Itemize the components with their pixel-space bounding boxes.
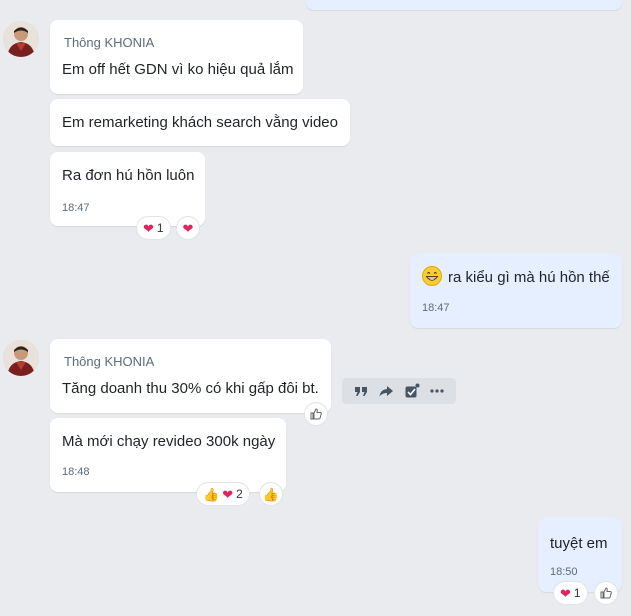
reaction-summary[interactable]: ❤ 1 [554, 582, 587, 604]
thumbs-up-outline-icon [310, 408, 322, 420]
outgoing-message-bubble[interactable]: ra kiểu gì mà hú hồn thế 18:47 [410, 254, 622, 328]
sender-name: Thông KHONIA [64, 354, 155, 369]
message-text: tuyệt em [550, 535, 608, 552]
avatar[interactable] [3, 340, 39, 376]
reaction-summary[interactable]: 👍 ❤ 2 [197, 483, 249, 505]
thumbs-up-outline-icon [600, 587, 612, 599]
outgoing-message-bubble[interactable]: tuyệt em 18:50 [538, 518, 622, 592]
message-text: Em remarketing khách search vằng video [62, 114, 338, 131]
select-icon[interactable] [403, 382, 421, 400]
forward-icon[interactable] [377, 382, 395, 400]
reaction-summary[interactable]: ❤ 1 [137, 217, 170, 239]
add-reaction-button[interactable]: ❤ [177, 217, 199, 239]
message-text: Tăng doanh thu 30% có khi gấp đôi bt. [62, 380, 319, 397]
quote-icon[interactable] [352, 382, 370, 400]
timestamp: 18:48 [62, 466, 90, 478]
timestamp: 18:50 [550, 566, 578, 578]
avatar[interactable] [3, 21, 39, 57]
reaction-count: 1 [156, 221, 164, 235]
like-button[interactable] [595, 582, 617, 604]
like-button[interactable] [305, 403, 327, 425]
timestamp: 18:47 [422, 302, 450, 314]
timestamp: 18:47 [62, 202, 90, 214]
message-bubble[interactable]: Ra đơn hú hồn luôn 18:47 [50, 152, 205, 226]
outgoing-bubble-previous [306, 0, 622, 10]
message-text: ra kiểu gì mà hú hồn thế [448, 269, 610, 286]
more-icon[interactable] [428, 382, 446, 400]
heart-icon: ❤ [560, 585, 571, 601]
sender-name: Thông KHONIA [64, 35, 155, 50]
message-text: Em off hết GDN vì ko hiệu quả lắm [62, 61, 294, 78]
thumbs-up-icon: 👍 [203, 486, 220, 502]
reaction-count: 1 [573, 586, 581, 600]
message-text: Ra đơn hú hồn luôn [62, 167, 195, 184]
reaction-count: 2 [236, 487, 243, 501]
message-bubble[interactable]: Thông KHONIA Tăng doanh thu 30% có khi g… [50, 339, 331, 413]
message-text: Mà mới chạy revideo 300k ngày [62, 433, 276, 450]
heart-icon: ❤ [182, 220, 194, 236]
heart-icon: ❤ [143, 220, 154, 236]
heart-icon: ❤ [222, 486, 234, 502]
thumbs-up-icon: 👍 [262, 486, 280, 502]
message-bubble[interactable]: Mà mới chạy revideo 300k ngày 18:48 [50, 418, 286, 492]
message-bubble[interactable]: Em remarketing khách search vằng video [50, 99, 350, 146]
message-action-bar [342, 378, 456, 404]
message-bubble[interactable]: Thông KHONIA Em off hết GDN vì ko hiệu q… [50, 20, 303, 94]
grinning-face-icon [422, 266, 442, 286]
add-reaction-button[interactable]: 👍 [260, 483, 282, 505]
